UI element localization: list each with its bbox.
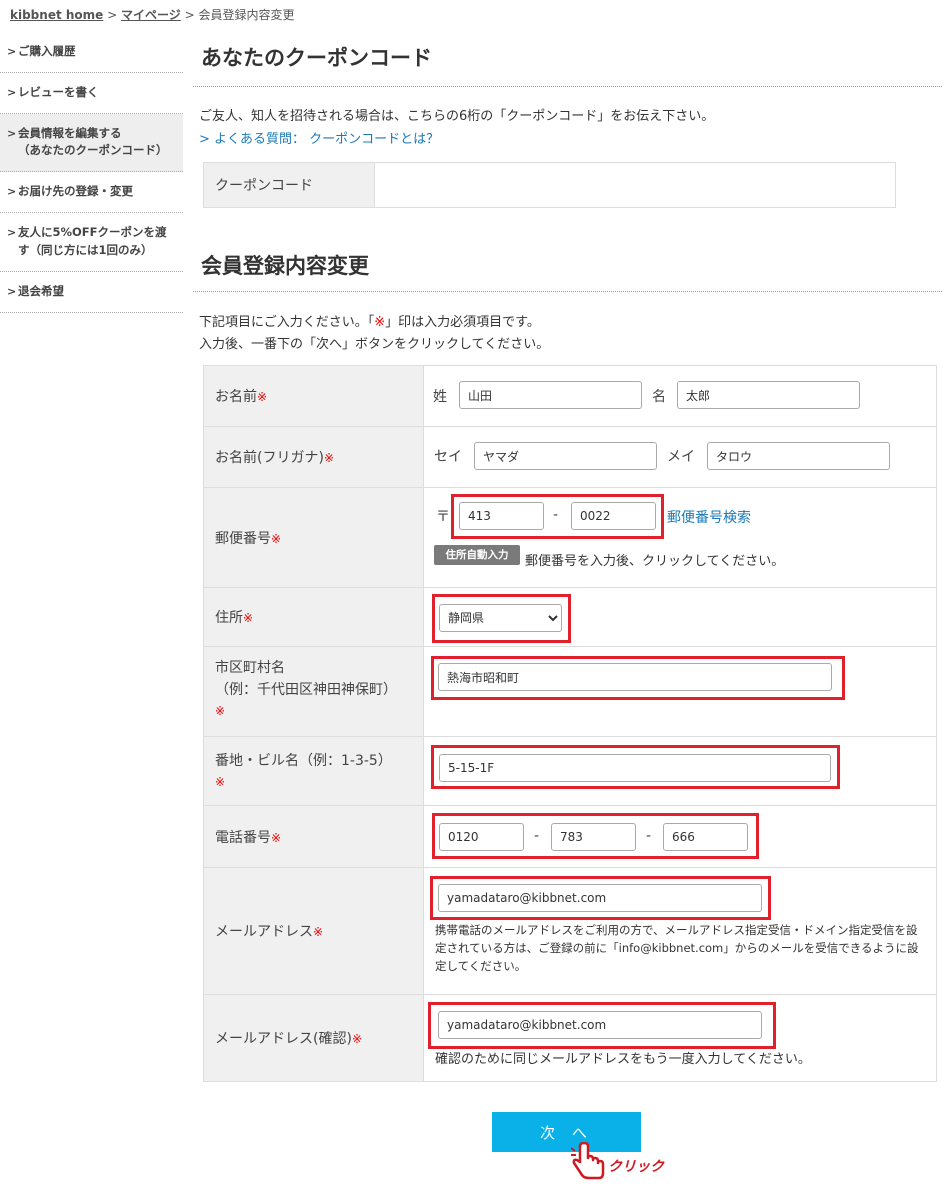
sidebar-item-purchase-history[interactable]: > ご購入履歴 [0, 32, 183, 73]
breadcrumb: kibbnet home > マイページ > 会員登録内容変更 [10, 6, 295, 23]
mei-label: 名 [652, 389, 666, 405]
email-hint: 携帯電話のメールアドレスをご利用の方で、メールアドレス指定受信・ドメイン指定受信… [435, 923, 919, 973]
sei-kana-label: セイ [434, 449, 462, 465]
required-mark: ※ [257, 390, 268, 404]
zip-autofill-hint: 郵便番号を入力後、クリックしてください。 [525, 554, 785, 569]
sidebar-item-label: お届け先の登録・変更 [18, 184, 133, 199]
click-label: クリック [608, 1159, 664, 1175]
required-mark: ※ [271, 830, 282, 845]
highlight-box [431, 656, 845, 700]
highlight-box [430, 876, 771, 920]
breadcrumb-current: 会員登録内容変更 [198, 8, 295, 22]
chevron-right-icon: > [7, 126, 17, 140]
coupon-table: クーポンコード [203, 162, 896, 208]
sidebar-item-label: 退会希望 [18, 283, 64, 298]
sidebar-item-sublabel: す（同じ方には1回のみ） [18, 242, 153, 257]
last-name-input[interactable] [459, 381, 642, 409]
member-section-title: 会員登録内容変更 [201, 254, 369, 278]
coupon-code-value [374, 162, 896, 208]
coupon-faq-link[interactable]: > よくある質問： クーポンコードとは？ [199, 128, 439, 147]
address-label: 住所※ [203, 587, 424, 647]
click-annotation: クリック [570, 1141, 681, 1182]
email-confirm-label: メールアドレス(確認)※ [203, 994, 424, 1082]
sidebar-item-label: 友人に5%OFFクーポンを渡 [18, 225, 167, 240]
tel-label: 電話番号※ [203, 805, 424, 868]
label-text: 郵便番号 [215, 530, 271, 547]
label-text: 番地・ビル名（例：1-3-5） [215, 753, 392, 770]
label-text: 電話番号 [215, 829, 271, 846]
sidebar-item-friend-coupon[interactable]: > 友人に5%OFFクーポンを渡 す（同じ方には1回のみ） [0, 213, 183, 272]
label-text: 住所 [215, 610, 243, 626]
kana-label: お名前(フリガナ)※ [203, 426, 424, 488]
email-label: メールアドレス※ [203, 867, 424, 995]
last-name-kana-input[interactable] [474, 442, 657, 470]
required-mark: ※ [243, 611, 254, 625]
divider [193, 86, 942, 87]
label-example: （例：千代田区神田神保町） [215, 682, 397, 699]
member-intro-line2: 入力後、一番下の「次へ」ボタンをクリックしてください。 [199, 337, 550, 352]
sidebar-item-edit-member-info[interactable]: > 会員情報を編集する （あなたのクーポンコード） [0, 113, 183, 173]
label-text: お名前 [215, 389, 257, 405]
sei-label: 姓 [433, 389, 447, 405]
chevron-right-icon: > [7, 45, 17, 58]
chevron-right-icon: > [7, 284, 17, 298]
sidebar-item-label: 会員情報を編集する [18, 125, 122, 140]
divider [193, 291, 942, 292]
label-text: 市区町村名 [215, 660, 285, 676]
breadcrumb-separator: > [107, 8, 118, 22]
required-mark: ※ [215, 774, 226, 789]
chevron-right-icon: > [7, 85, 17, 99]
zip-search-link[interactable]: 郵便番号検索 [667, 507, 751, 527]
required-mark: ※ [215, 703, 226, 718]
required-mark: ※ [351, 1032, 362, 1046]
name-label: お名前※ [203, 365, 424, 427]
highlight-box [432, 594, 571, 643]
email-confirm-hint: 確認のために同じメールアドレスをもう一度入力してください。 [435, 1052, 811, 1067]
intro-text: 下記項目にご入力ください。「 [199, 315, 375, 330]
chevron-right-icon: > [7, 185, 17, 199]
highlight-box [431, 745, 840, 789]
street-label: 番地・ビル名（例：1-3-5） ※ [203, 736, 424, 806]
address-autofill-button[interactable]: 住所自動入力 [434, 545, 520, 565]
label-text: メールアドレス(確認) [215, 1031, 352, 1047]
postal-mark-icon: 〒 [436, 509, 450, 525]
member-intro-line1: 下記項目にご入力ください。「※」印は入力必須項目です。 [199, 311, 540, 330]
highlight-box [428, 1002, 776, 1049]
coupon-description: ご友人、知人を招待される場合は、こちらの6桁の「クーポンコード」をお伝え下さい。 [199, 109, 715, 124]
first-name-kana-input[interactable] [707, 442, 890, 470]
zip-label: 郵便番号※ [203, 487, 424, 588]
sidebar-item-write-review[interactable]: > レビューを書く [0, 73, 183, 114]
city-label: 市区町村名 （例：千代田区神田神保町） ※ [203, 646, 424, 737]
coupon-section-title: あなたのクーポンコード [201, 46, 432, 70]
sidebar-item-label: レビューを書く [18, 84, 99, 99]
intro-text: 」印は入力必須項目です。 [385, 315, 540, 330]
required-mark: ※ [323, 451, 334, 465]
sidebar-item-label: ご購入履歴 [18, 44, 76, 58]
chevron-right-icon: > [7, 226, 17, 240]
label-text: お名前(フリガナ) [215, 450, 324, 466]
highlight-box [451, 494, 664, 539]
coupon-code-label: クーポンコード [203, 162, 375, 208]
first-name-input[interactable] [677, 381, 860, 409]
mei-kana-label: メイ [667, 449, 695, 465]
required-mark: ※ [271, 531, 282, 546]
sidebar-item-sublabel: （あなたのクーポンコード） [18, 143, 168, 158]
breadcrumb-home-link[interactable]: kibbnet home [10, 8, 103, 22]
label-text: メールアドレス [215, 924, 313, 940]
required-mark: ※ [374, 315, 386, 330]
sidebar-item-withdraw[interactable]: > 退会希望 [0, 272, 183, 313]
required-mark: ※ [313, 925, 324, 939]
breadcrumb-separator: > [184, 8, 195, 22]
sidebar-item-delivery-address[interactable]: > お届け先の登録・変更 [0, 172, 183, 214]
breadcrumb-mypage-link[interactable]: マイページ [121, 8, 181, 22]
highlight-box [432, 813, 759, 859]
sidebar-menu: > ご購入履歴 > レビューを書く > 会員情報を編集する （あなたのクーポンコ… [0, 32, 183, 313]
